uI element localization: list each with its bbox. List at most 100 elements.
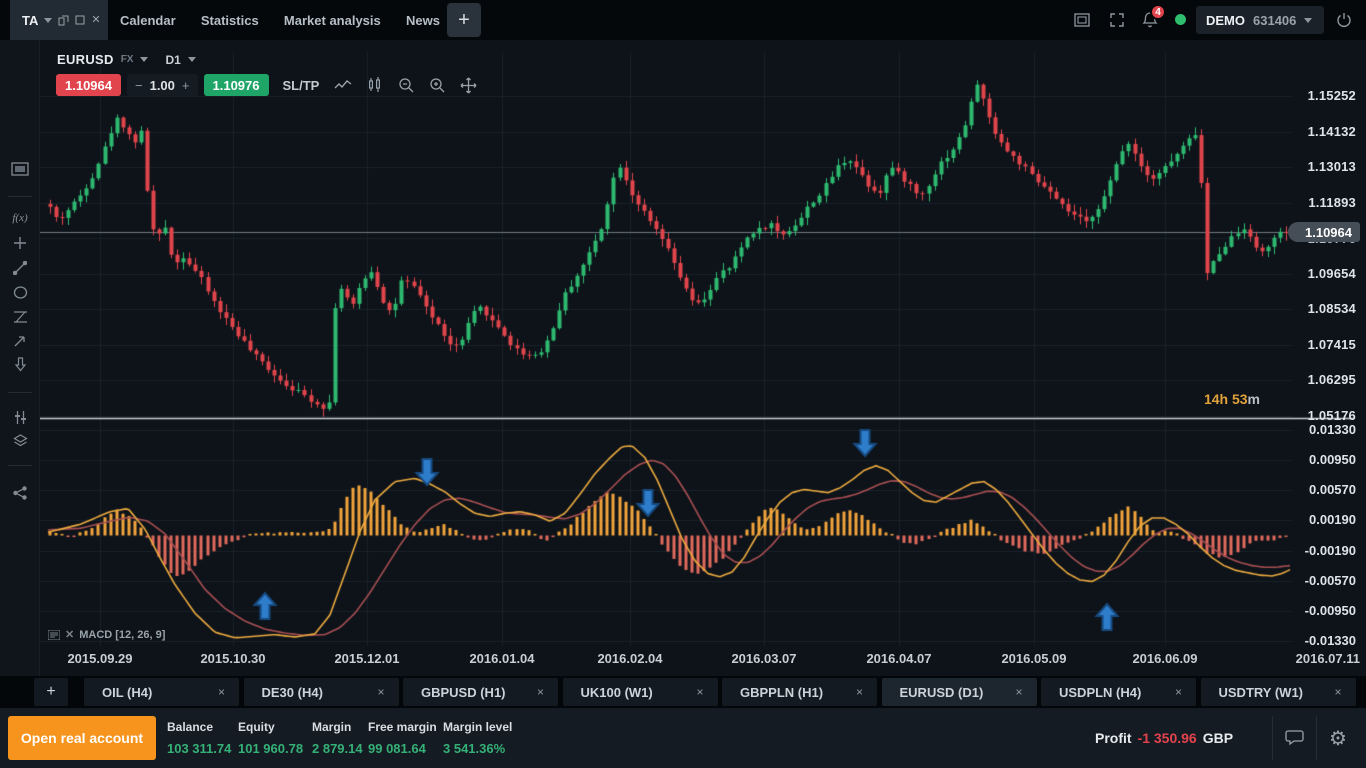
divider (8, 392, 32, 393)
tab-news[interactable]: News (406, 13, 440, 28)
add-tool-icon[interactable] (0, 231, 40, 255)
line-chart-icon[interactable] (334, 78, 352, 92)
chevron-down-icon[interactable] (44, 17, 53, 23)
timeframe-select[interactable]: D1 (165, 53, 180, 67)
power-logout-icon[interactable] (1334, 10, 1354, 30)
volume-decrease-button[interactable]: − (135, 78, 143, 93)
tab-close-icon[interactable]: × (1175, 685, 1182, 699)
layers-icon[interactable] (0, 429, 40, 453)
profit-currency: GBP (1202, 730, 1234, 746)
instrument-tab-oil[interactable]: OIL (H4) × (84, 678, 239, 706)
divider (1272, 716, 1273, 760)
top-bar: TA ✕ Calendar Statistics Market analysis… (0, 0, 1366, 40)
macd-axis-label: 0.00570 (1309, 482, 1356, 497)
account-selector[interactable]: DEMO 631406 (1196, 6, 1324, 34)
stat-equity: Equity 101 960.78 (238, 720, 303, 756)
arrow-line-tool-icon[interactable] (0, 329, 40, 353)
drawing-tools-rail: f(x) (0, 40, 40, 676)
popout-icon[interactable] (58, 15, 69, 26)
fibonacci-tool-icon[interactable] (0, 305, 40, 329)
volume-increase-button[interactable]: + (182, 78, 190, 93)
tab-close-icon[interactable]: × (377, 685, 384, 699)
price-axis-label: 1.15252 (1307, 88, 1356, 103)
instrument-tab-gbpusd[interactable]: GBPUSD (H1) × (403, 678, 558, 706)
indicator-settings-icon[interactable] (48, 629, 60, 640)
move-crosshair-icon[interactable] (460, 77, 477, 94)
tab-close-icon[interactable]: × (696, 685, 703, 699)
volume-value[interactable]: 1.00 (150, 78, 175, 93)
macd-axis-label: 0.00190 (1309, 512, 1356, 527)
indicator-fx-icon[interactable]: f(x) (0, 206, 40, 230)
symbol-header: EURUSD FX D1 (57, 52, 196, 67)
price-axis-label: 1.14132 (1307, 123, 1356, 139)
instrument-tab-label: GBPUSD (H1) (421, 684, 506, 700)
add-instrument-tab-button[interactable]: + (34, 678, 68, 706)
instrument-tab-bar: + OIL (H4) × DE30 (H4) × GBPUSD (H1) × UK100 (… (0, 676, 1366, 708)
zoom-out-icon[interactable] (398, 77, 414, 93)
fullscreen-icon[interactable] (1107, 10, 1127, 30)
settings-gear-icon[interactable]: ⚙ (1326, 726, 1350, 750)
close-icon[interactable]: ✕ (91, 14, 100, 26)
block-arrow-down-icon[interactable] (0, 352, 40, 376)
profit-summary: Profit -1 350.96 GBP (1095, 708, 1233, 768)
screenshot-icon[interactable] (0, 157, 40, 181)
chevron-down-icon[interactable] (187, 57, 196, 62)
macd-axis-label: 0.00950 (1309, 452, 1356, 467)
stat-margin-level: Margin level 3 541.36% (443, 720, 512, 756)
stat-free-margin: Free margin 99 081.64 (368, 720, 437, 756)
indicator-close-icon[interactable]: ✕ (65, 628, 74, 641)
instrument-tab-usdpln[interactable]: USDPLN (H4) × (1041, 678, 1196, 706)
sltp-button[interactable]: SL/TP (283, 78, 320, 93)
buy-button[interactable]: 1.10976 (203, 74, 269, 96)
stat-value: 3 541.36% (443, 741, 506, 756)
maximize-icon[interactable] (75, 15, 85, 25)
tab-close-icon[interactable]: × (218, 685, 225, 699)
add-workspace-button[interactable]: + (447, 3, 481, 37)
tab-close-icon[interactable]: × (1015, 685, 1022, 699)
chat-support-icon[interactable] (1283, 726, 1307, 750)
open-real-account-button[interactable]: Open real account (8, 716, 156, 760)
macd-axis-label: -0.01330 (1304, 633, 1356, 648)
chevron-down-icon[interactable] (140, 57, 149, 62)
tab-close-icon[interactable]: × (1334, 685, 1341, 699)
tab-close-icon[interactable]: × (537, 685, 544, 699)
date-axis-label: 2016.07.11 (1295, 651, 1360, 666)
instrument-tab-de30[interactable]: DE30 (H4) × (243, 678, 399, 706)
instrument-tab-usdtry[interactable]: USDTRY (W1) × (1200, 678, 1356, 706)
tab-close-icon[interactable]: × (856, 685, 863, 699)
indicators-icon[interactable] (0, 405, 40, 429)
tab-statistics[interactable]: Statistics (201, 13, 259, 28)
stat-value: 103 311.74 (167, 741, 232, 756)
trend-line-tool-icon[interactable] (0, 256, 40, 280)
stat-value: 99 081.64 (368, 741, 426, 756)
instrument-tab-eurusd[interactable]: EURUSD (D1) × (881, 678, 1037, 706)
price-axis-label: 1.05176 (1307, 407, 1356, 423)
profit-value: -1 350.96 (1137, 730, 1197, 746)
date-axis-label: 2015.09.29 (67, 651, 133, 666)
instrument-tab-gbppln[interactable]: GBPPLN (H1) × (722, 678, 877, 706)
tab-calendar[interactable]: Calendar (120, 13, 176, 28)
account-number: 631406 (1253, 12, 1297, 28)
candlestick-chart-icon[interactable] (367, 77, 383, 93)
chart-canvas[interactable] (40, 40, 1366, 676)
workspace-tab[interactable]: TA ✕ (10, 0, 108, 40)
instrument-tab-uk100[interactable]: UK100 (W1) × (562, 678, 718, 706)
sell-button[interactable]: 1.10964 (56, 74, 121, 96)
trading-app-window: TA ✕ Calendar Statistics Market analysis… (0, 0, 1366, 768)
instrument-tab-label: UK100 (W1) (580, 684, 653, 700)
layout-icon[interactable] (1072, 10, 1092, 30)
divider (1316, 716, 1317, 760)
status-bar: Open real account Balance 103 311.74 Equit… (0, 708, 1366, 768)
date-axis-label: 2015.10.30 (200, 651, 266, 666)
indicator-name: MACD [12, 26, 9] (79, 628, 166, 641)
ellipse-tool-icon[interactable] (0, 280, 40, 304)
share-icon[interactable] (0, 481, 40, 505)
chevron-down-icon (1304, 17, 1313, 23)
date-axis-label: 2016.01.04 (469, 651, 535, 666)
connection-status-dot (1175, 14, 1186, 25)
tab-market-analysis[interactable]: Market analysis (284, 13, 381, 28)
price-axis-label: 1.11893 (1308, 194, 1356, 210)
zoom-in-icon[interactable] (429, 77, 445, 93)
indicator-tag: ✕ MACD [12, 26, 9] (48, 628, 165, 641)
workspace-label: TA (22, 12, 39, 28)
